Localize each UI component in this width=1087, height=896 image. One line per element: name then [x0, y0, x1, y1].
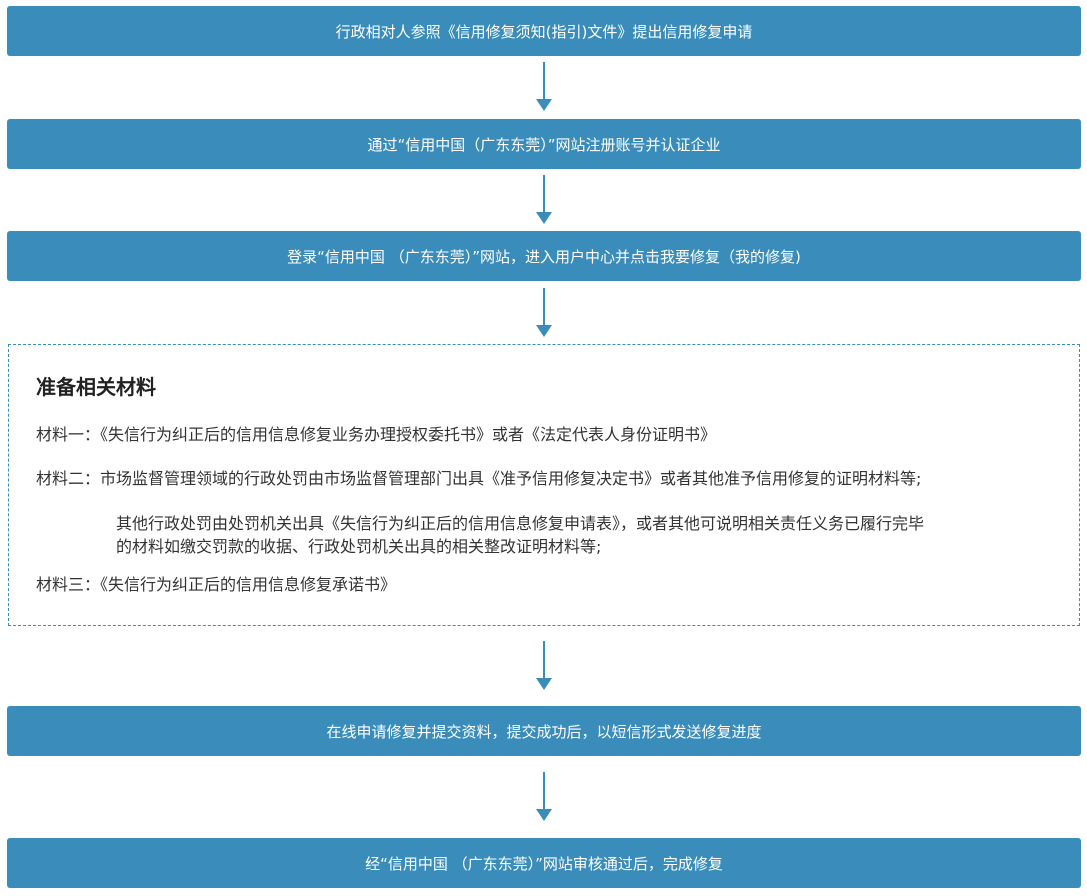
flow-arrow-4 [536, 641, 552, 691]
flow-step-1: 行政相对人参照《信用修复须知(指引)文件》提出信用修复申请 [7, 6, 1081, 56]
material-item-2-sub-line-1: 其他行政处罚由处罚机关出具《失信行为纠正后的信用信息修复申请表》，或者其他可说明… [116, 514, 925, 533]
flow-step-2: 通过“信用中国（广东东莞）”网站注册账号并认证企业 [7, 119, 1081, 169]
materials-title: 准备相关材料 [36, 375, 156, 399]
materials-box: 准备相关材料 材料一：《失信行为纠正后的信用信息修复业务办理授权委托书》或者《法… [8, 344, 1080, 626]
flow-arrow-5 [536, 772, 552, 822]
material-item-2-sub-line-2: 的材料如缴交罚款的收据、行政处罚机关出具的相关整改证明材料等; [116, 537, 602, 556]
material-item-3: 材料三：《失信行为纠正后的信用信息修复承诺书》 [36, 575, 397, 594]
flow-step-3: 登录“信用中国 （广东东莞）”网站，进入用户中心并点击我要修复（我的修复) [7, 231, 1081, 281]
flow-step-5: 经“信用中国 （广东东莞）”网站审核通过后，完成修复 [7, 838, 1081, 888]
flow-arrow-2 [536, 175, 552, 225]
flow-arrow-3 [536, 288, 552, 338]
material-item-2: 材料二：市场监督管理领域的行政处罚由市场监督管理部门出具《准予信用修复决定书》或… [36, 469, 922, 488]
flow-arrow-1 [536, 62, 552, 112]
material-item-1: 材料一：《失信行为纠正后的信用信息修复业务办理授权委托书》或者《法定代表人身份证… [36, 425, 717, 444]
flow-step-4: 在线申请修复并提交资料，提交成功后，以短信形式发送修复进度 [7, 706, 1081, 756]
